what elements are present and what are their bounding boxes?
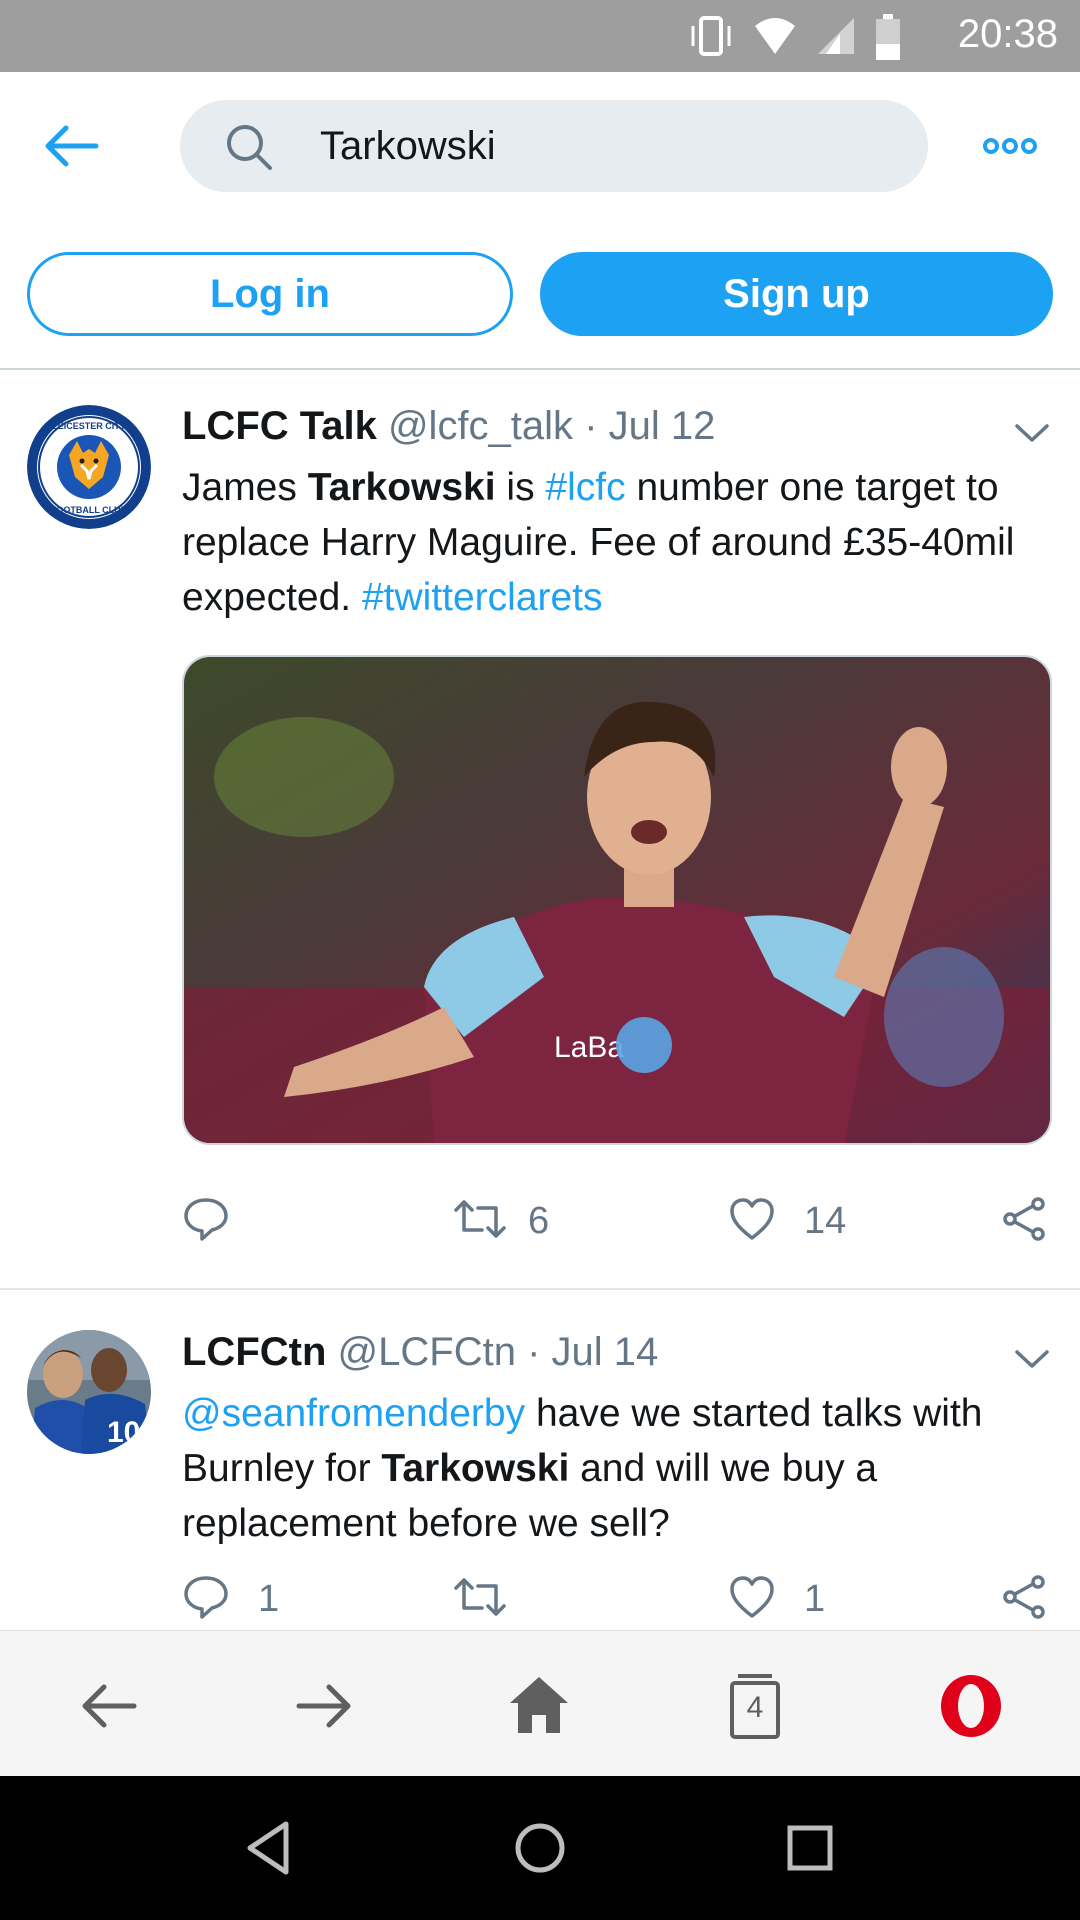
nav-recents-icon[interactable] [778, 1816, 842, 1880]
author-handle[interactable]: @lcfc_talk [388, 404, 573, 448]
tweet-item[interactable]: LEICESTER CITY FOOTBALL CLUB LCFC Talk @… [0, 370, 1080, 1290]
text-highlight: Tarkowski [307, 466, 496, 509]
home-icon[interactable] [504, 1671, 574, 1741]
share-icon [1003, 1197, 1045, 1241]
signal-icon [817, 18, 854, 54]
svg-text:LEICESTER CITY: LEICESTER CITY [52, 421, 126, 431]
signup-button[interactable]: Sign up [540, 252, 1053, 336]
search-icon [227, 125, 272, 170]
text-segment: is [495, 466, 546, 509]
text-segment: James [182, 466, 308, 509]
reply-count: 1 [258, 1578, 280, 1620]
wifi-icon [755, 18, 796, 54]
nav-back-icon[interactable] [238, 1816, 302, 1880]
nav-home-icon[interactable] [508, 1816, 572, 1880]
status-bar: 20:38 [0, 0, 1080, 72]
author-name[interactable]: LCFCtn [182, 1330, 326, 1374]
tweet-text: @seanfromenderby have we started talks w… [182, 1386, 1052, 1551]
like-count: 14 [804, 1200, 847, 1242]
mention-link[interactable]: @seanfromenderby [182, 1392, 525, 1435]
separator-dot: · [584, 404, 598, 448]
tabs-button[interactable]: 4 [720, 1671, 790, 1741]
retweet-count: 6 [528, 1200, 550, 1242]
tweet-actions: 6 14 [182, 1190, 1052, 1250]
reply-icon [184, 1576, 228, 1619]
forward-icon[interactable] [289, 1671, 359, 1741]
tweet-date[interactable]: Jul 12 [609, 404, 716, 448]
svg-text:FOOTBALL CLUB: FOOTBALL CLUB [51, 505, 128, 515]
system-nav-bar [0, 1776, 1080, 1920]
retweet-icon [454, 1200, 506, 1238]
tweet-header: LCFCtn @LCFCtn · Jul 14 [182, 1330, 658, 1375]
author-handle[interactable]: @LCFCtn [338, 1330, 516, 1374]
tweet-item[interactable]: 10 LCFCtn @LCFCtn · Jul 14 @seanfromende… [0, 1290, 1080, 1630]
hashtag-link[interactable]: #lcfc [545, 466, 625, 509]
status-time: 20:38 [957, 12, 1058, 56]
search-input[interactable]: Tarkowski [180, 100, 928, 192]
author-name[interactable]: LCFC Talk [182, 404, 377, 448]
battery-icon [876, 14, 900, 60]
hashtag-link[interactable]: #twitterclarets [362, 576, 603, 619]
tweet-media-image[interactable]: LaBa [182, 655, 1052, 1145]
like-count: 1 [804, 1578, 826, 1620]
avatar[interactable]: 10 [27, 1330, 151, 1454]
browser-toolbar: 4 [0, 1630, 1080, 1777]
tab-count: 4 [746, 1691, 764, 1724]
tweet-date[interactable]: Jul 14 [552, 1330, 659, 1374]
share-icon [1003, 1575, 1045, 1619]
heart-icon [730, 1198, 774, 1240]
heart-icon [730, 1576, 774, 1618]
tweet-text: James Tarkowski is #lcfc number one targ… [182, 460, 1052, 625]
top-bar: Tarkowski [0, 72, 1080, 220]
opera-icon[interactable] [936, 1671, 1006, 1741]
retweet-icon [454, 1578, 506, 1616]
login-button[interactable]: Log in [27, 252, 513, 336]
avatar[interactable]: LEICESTER CITY FOOTBALL CLUB [27, 405, 151, 529]
back-icon[interactable] [74, 1671, 144, 1741]
svg-text:10: 10 [107, 1416, 140, 1449]
back-arrow-icon[interactable] [40, 120, 100, 172]
separator-dot: · [527, 1330, 541, 1374]
sponsor-text: LaBa [554, 1031, 624, 1064]
tweet-header: LCFC Talk @lcfc_talk · Jul 12 [182, 404, 715, 449]
player-photo: LaBa [184, 657, 1050, 1143]
chevron-down-icon[interactable] [1014, 422, 1050, 444]
vibrate-icon [691, 16, 731, 56]
tweet-actions: 1 1 [182, 1568, 1052, 1628]
user-photo: 10 [27, 1330, 151, 1454]
chevron-down-icon[interactable] [1014, 1348, 1050, 1370]
search-value[interactable]: Tarkowski [320, 124, 496, 169]
reply-icon [184, 1198, 228, 1241]
auth-row: Log in Sign up [0, 220, 1080, 370]
lcfc-crest-logo: LEICESTER CITY FOOTBALL CLUB [27, 405, 151, 529]
text-highlight: Tarkowski [381, 1447, 570, 1490]
more-icon[interactable] [982, 132, 1038, 160]
